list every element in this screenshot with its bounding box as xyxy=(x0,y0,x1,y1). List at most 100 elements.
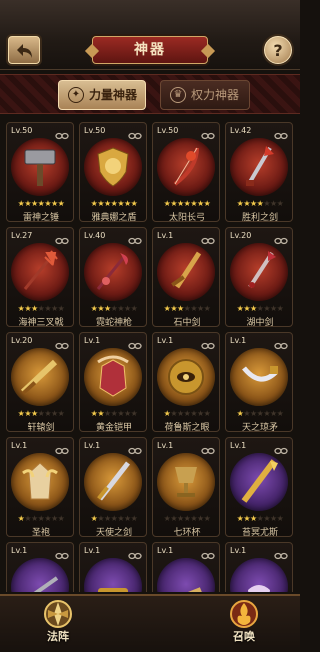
star-rating: ★★★★★★★ xyxy=(153,514,221,523)
star-icon: ★ xyxy=(103,514,111,523)
star-icon: ★ xyxy=(117,409,124,418)
help-button[interactable]: ? xyxy=(264,36,292,64)
star-icon: ★ xyxy=(103,409,111,418)
artifact-card[interactable]: Lv.1 ★★★★★★★ 苔冥尤斯 xyxy=(225,437,294,538)
star-icon: ★ xyxy=(130,199,138,208)
bottom-nav: 法阵 召唤 xyxy=(0,594,300,652)
star-icon: ★ xyxy=(170,409,177,418)
star-rating: ★★★★★★★ xyxy=(7,514,75,523)
star-icon: ★ xyxy=(197,409,204,418)
star-icon: ★ xyxy=(117,514,124,523)
star-rating: ★★★★★★★ xyxy=(153,409,221,418)
star-icon: ★ xyxy=(24,514,31,523)
tab-power-artifacts[interactable]: ✦ 力量神器 xyxy=(58,80,146,110)
link-icon xyxy=(55,126,69,140)
artifact-card[interactable]: Lv.1 xyxy=(152,542,220,592)
star-rating: ★★★★★★★ xyxy=(226,199,294,208)
artifact-level: Lv.27 xyxy=(11,231,33,240)
star-icon: ★ xyxy=(30,199,38,208)
artifact-card[interactable]: Lv.50 ★★★★★★★ 太阳长弓 xyxy=(152,122,220,223)
artifact-card[interactable]: Lv.1 xyxy=(79,542,147,592)
star-rating: ★★★★★★★ xyxy=(80,304,148,313)
star-icon: ★ xyxy=(130,304,138,313)
artifact-card[interactable]: Lv.1 ★★★★★★★ 圣袍 xyxy=(6,437,75,538)
artifact-name: 轩辕剑 xyxy=(27,423,55,433)
artifact-card[interactable]: Lv.1 ★★★★★★★ 石中剑 xyxy=(152,227,221,328)
star-icon: ★ xyxy=(57,409,65,418)
artifact-name: 天使之剑 xyxy=(95,528,132,538)
artifact-level: Lv.1 xyxy=(11,546,28,555)
link-icon xyxy=(128,441,142,455)
link-icon xyxy=(201,126,215,140)
star-icon: ★ xyxy=(190,199,197,208)
artifact-level: Lv.1 xyxy=(157,441,174,450)
link-icon xyxy=(201,231,215,245)
artifact-level: Lv.20 xyxy=(11,336,33,345)
artifact-image xyxy=(84,453,142,511)
artifact-name: 胜利之剑 xyxy=(241,213,278,223)
artifact-card[interactable]: Lv.40 ★★★★★★★ 霓蛇神枪 xyxy=(79,227,148,328)
artifact-level: Lv.1 xyxy=(230,546,247,555)
artifact-card[interactable]: Lv.1 ★★★★★★★ 七环杯 xyxy=(152,437,221,538)
artifact-image xyxy=(230,453,288,511)
star-icon: ★ xyxy=(263,514,270,523)
star-icon: ★ xyxy=(44,199,51,208)
star-icon: ★ xyxy=(24,409,31,418)
artifact-image xyxy=(84,138,142,196)
artifact-card[interactable]: Lv.20 ★★★★★★★ 湖中剑 xyxy=(225,227,293,328)
artifact-card[interactable]: Lv.1 ★★★★★★★ 天使之剑 xyxy=(79,437,147,538)
artifact-card[interactable]: Lv.50 ★★★★★★★ 雅典娜之盾 xyxy=(79,122,148,223)
artifact-card[interactable]: Lv.1 xyxy=(225,542,293,592)
artifact-level: Lv.1 xyxy=(84,336,101,345)
artifact-level: Lv.42 xyxy=(230,126,252,135)
star-icon: ★ xyxy=(197,304,204,313)
star-rating: ★★★★★★★ xyxy=(226,514,294,523)
artifact-level: Lv.1 xyxy=(157,336,174,345)
link-icon xyxy=(274,126,288,140)
artifact-level: Lv.40 xyxy=(84,231,106,240)
star-icon: ★ xyxy=(190,304,197,313)
star-icon: ★ xyxy=(30,514,38,523)
artifact-image xyxy=(84,243,142,301)
artifact-card[interactable]: Lv.1 ★★★★★★★ 黄金铠甲 xyxy=(79,332,147,433)
star-icon: ★ xyxy=(243,409,250,418)
artifact-name: 苔冥尤斯 xyxy=(241,528,278,538)
top-bar: 神器 ? xyxy=(0,0,300,70)
formation-emblem-icon xyxy=(44,600,72,628)
star-icon: ★ xyxy=(124,409,131,418)
fist-icon: ✦ xyxy=(68,87,84,103)
artifact-card[interactable]: Lv.1 xyxy=(6,542,74,592)
link-icon xyxy=(128,231,142,245)
artifact-level: Lv.1 xyxy=(230,441,247,450)
artifact-name: 七环杯 xyxy=(173,528,201,538)
artifact-level: Lv.1 xyxy=(230,336,247,345)
artifact-card[interactable]: Lv.27 ★★★★★★★ 海神三叉戟 xyxy=(6,227,74,328)
formation-label: 法阵 xyxy=(47,630,69,643)
back-button[interactable] xyxy=(8,36,40,64)
artifact-card[interactable]: Lv.50 ★★★★★★★ 雷神之锤 xyxy=(6,122,74,223)
artifact-card[interactable]: Lv.20 ★★★★★★★ 轩辕剑 xyxy=(6,332,74,433)
tab-label: 权力神器 xyxy=(191,88,240,102)
artifact-grid[interactable]: Lv.50 ★★★★★★★ 雷神之锤 Lv.50 ★★★★★★★ 雅典娜之盾 Lv.50 ★★… xyxy=(6,122,294,592)
artifact-card[interactable]: Lv.1 ★★★★★★★ 天之琼矛 xyxy=(225,332,293,433)
star-icon: ★ xyxy=(51,304,58,313)
summon-button[interactable]: 召唤 xyxy=(214,598,274,652)
star-icon: ★ xyxy=(249,409,257,418)
star-icon: ★ xyxy=(170,304,177,313)
tab-authority-artifacts[interactable]: ♛ 权力神器 xyxy=(160,80,250,110)
star-icon: ★ xyxy=(249,199,257,208)
formation-button[interactable]: 法阵 xyxy=(28,598,88,652)
page-title: 神器 xyxy=(92,36,208,64)
star-icon: ★ xyxy=(203,199,211,208)
star-icon: ★ xyxy=(51,409,58,418)
link-icon xyxy=(274,546,288,560)
artifact-card[interactable]: Lv.1 ★★★★★★★ 荷鲁斯之眼 xyxy=(152,332,221,433)
artifact-card[interactable]: Lv.42 ★★★★★★★ 胜利之剑 xyxy=(225,122,294,223)
star-rating: ★★★★★★★ xyxy=(153,304,221,313)
star-icon: ★ xyxy=(57,514,65,523)
artifact-name: 荷鲁斯之眼 xyxy=(164,423,210,433)
artifact-name: 霓蛇神枪 xyxy=(95,318,132,328)
tab-label: 力量神器 xyxy=(89,88,138,102)
back-arrow-icon xyxy=(17,44,32,58)
star-rating: ★★★★★★★ xyxy=(80,199,148,208)
